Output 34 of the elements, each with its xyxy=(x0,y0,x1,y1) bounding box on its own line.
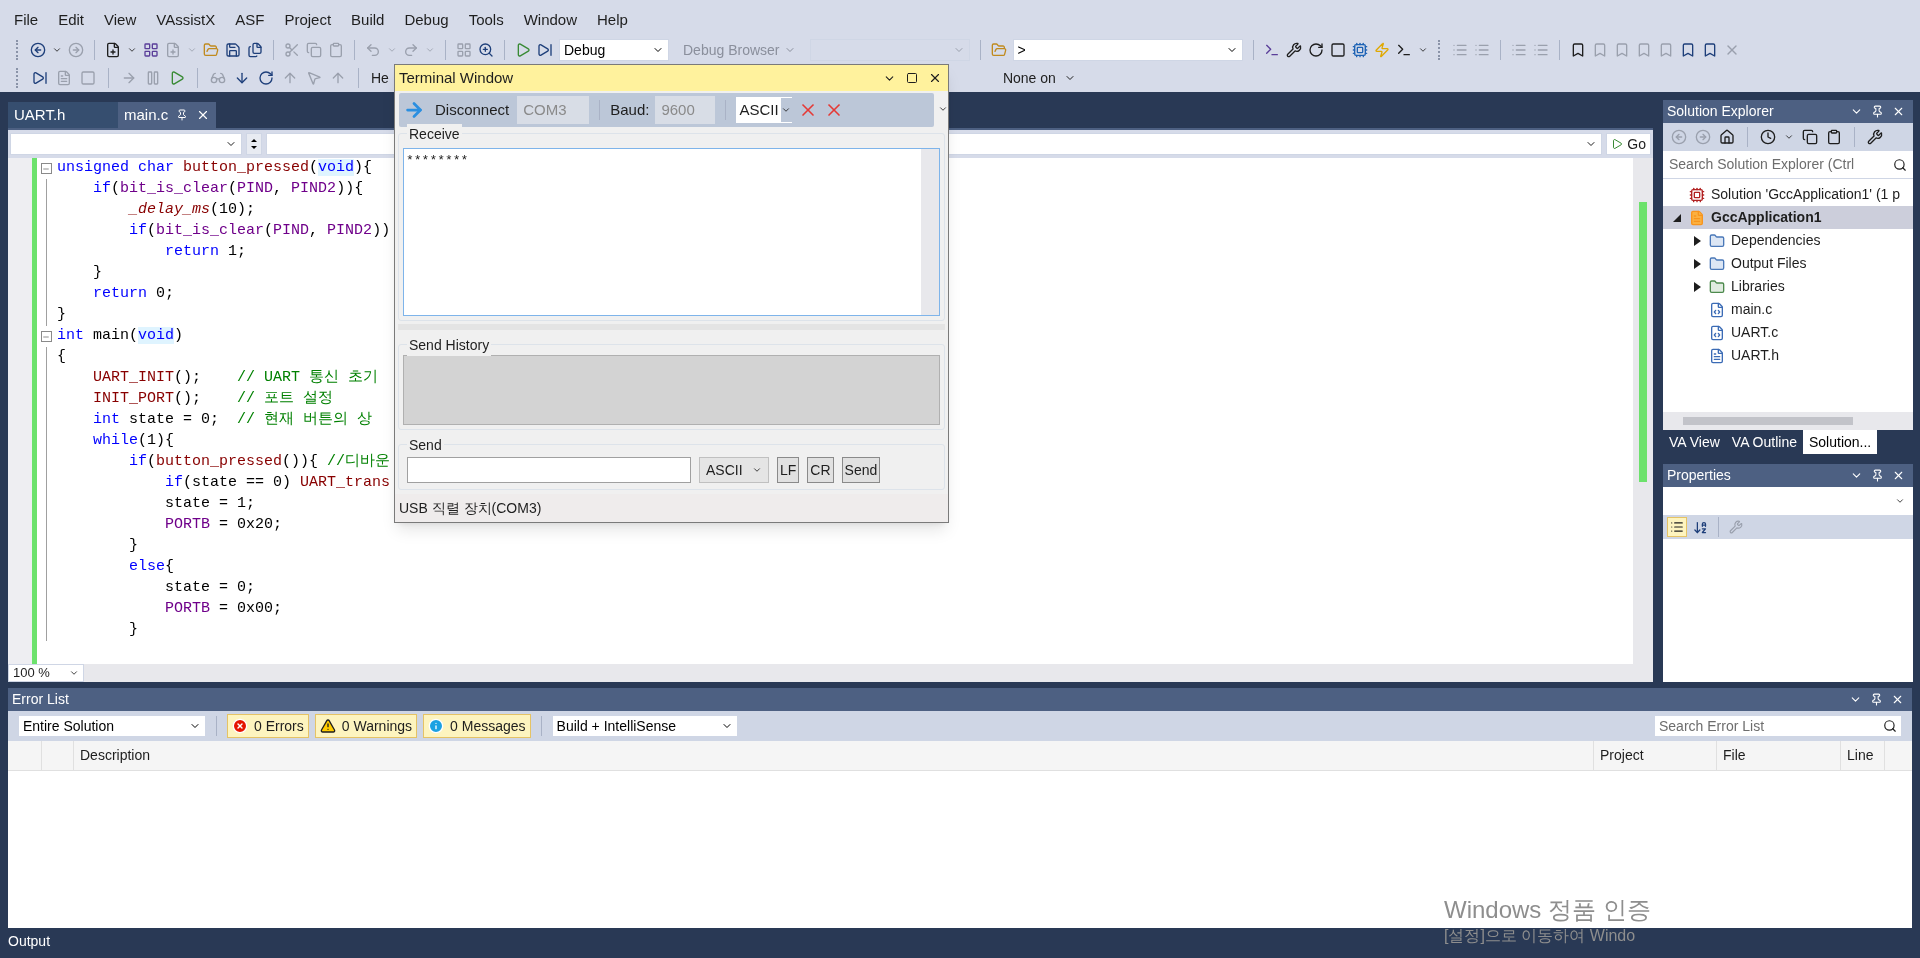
toolbar-label: None on xyxy=(1002,68,1056,88)
code-line: state = 0; xyxy=(164,578,256,599)
code-line: } xyxy=(56,305,66,326)
panel-title: Properties xyxy=(1667,466,1731,485)
activation-hint: [설정]으로 이동하여 Windo xyxy=(1444,926,1637,946)
panel-title: Error List xyxy=(12,690,69,709)
code-line: } xyxy=(92,263,102,284)
code-line: if(bit_is_clear(PIND, PIND2)){ xyxy=(92,179,364,200)
code-line: return 1; xyxy=(164,242,247,263)
panel-title: Solution Explorer xyxy=(1667,102,1774,121)
code-line: _delay_ms(10); xyxy=(127,200,256,221)
code-line: { xyxy=(56,347,66,368)
status-text: USB 직렬 장치(COM3) xyxy=(399,498,542,518)
code-line: } xyxy=(128,620,138,641)
code-line: if(state == 0) UART_trans xyxy=(164,473,391,494)
code-line: } xyxy=(128,536,138,557)
code-line: else{ xyxy=(128,557,175,578)
code-line: if(button_pressed()){ //디바운 xyxy=(128,452,391,473)
code-line: unsigned char button_pressed(void){ xyxy=(56,158,373,179)
code-line: state = 1; xyxy=(164,494,256,515)
code-line: UART_INIT(); // UART 통신 초기 xyxy=(92,368,379,389)
window-title: Terminal Window xyxy=(399,67,514,88)
code-line: while(1){ xyxy=(92,431,175,452)
activation-title: Windows 정품 인증 xyxy=(1444,895,1651,925)
code-line: INIT_PORT(); // 포트 설정 xyxy=(92,389,334,410)
toolbar-label: He xyxy=(371,68,389,88)
code-line: if(bit_is_clear(PIND, PIND2)) xyxy=(128,221,391,242)
code-line: int main(void) xyxy=(56,326,184,347)
code-line: PORTB = 0x20; xyxy=(164,515,283,536)
code-line: PORTB = 0x00; xyxy=(164,599,283,620)
receive-area: ******** xyxy=(403,148,940,316)
baud-label: Baud: xyxy=(610,99,650,120)
code-line: int state = 0; // 현재 버튼의 상 xyxy=(92,410,373,431)
code-line: return 0; xyxy=(92,284,175,305)
